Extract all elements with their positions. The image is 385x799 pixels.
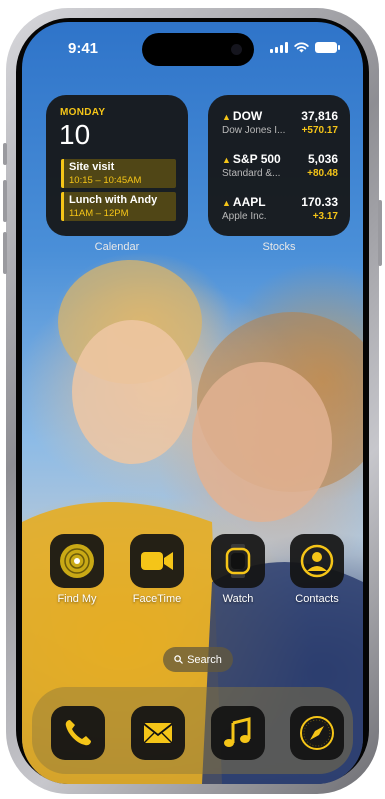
app-label: FaceTime <box>132 593 182 605</box>
stock-symbol: DOW <box>232 109 263 123</box>
stocks-widget-label: Stocks <box>262 241 296 253</box>
app-watch[interactable]: Watch <box>203 534 273 605</box>
stocks-widget[interactable]: ▲ DOW Dow Jones I... 37,816 +570.17 ▲ S&P … <box>208 95 350 236</box>
status-icons <box>270 42 340 53</box>
music-icon <box>224 717 251 747</box>
dock-app-safari[interactable] <box>290 706 344 760</box>
action-button <box>3 143 7 165</box>
up-triangle-icon: ▲ <box>222 112 231 122</box>
search-button[interactable]: Search <box>163 647 233 672</box>
volume-up-button <box>3 180 7 222</box>
stock-symbol: AAPL <box>232 195 266 209</box>
dock-app-phone[interactable] <box>51 706 105 760</box>
stock-name: Dow Jones I... <box>222 125 286 136</box>
app-label: Find My <box>57 593 97 605</box>
stock-price: 5,036 <box>307 152 338 166</box>
cellular-signal-icon <box>270 42 288 53</box>
facetime-tile[interactable] <box>130 534 184 588</box>
up-triangle-icon: ▲ <box>222 155 231 165</box>
dock-app-mail[interactable] <box>131 706 185 760</box>
facetime-icon <box>141 552 173 570</box>
front-camera <box>231 44 242 55</box>
app-label: Contacts <box>295 593 339 605</box>
contacts-tile[interactable] <box>290 534 344 588</box>
app-find-my[interactable]: Find My <box>42 534 112 605</box>
app-contacts[interactable]: Contacts <box>282 534 352 605</box>
calendar-event[interactable]: Lunch with Andy 11AM – 12PM <box>61 192 176 221</box>
stock-change: +80.48 <box>307 168 338 179</box>
event-time: 11AM – 12PM <box>69 208 129 219</box>
search-icon <box>174 655 183 664</box>
calendar-widget-label: Calendar <box>94 241 140 253</box>
watch-tile[interactable] <box>211 534 265 588</box>
find-my-icon <box>60 544 94 578</box>
stock-price: 37,816 <box>301 109 338 123</box>
phone-icon <box>65 720 91 746</box>
watch-icon <box>225 544 251 578</box>
event-time: 10:15 – 10:45AM <box>69 175 142 186</box>
wifi-icon <box>294 42 309 53</box>
stock-change: +3.17 <box>312 211 338 222</box>
calendar-day: MONDAY <box>60 107 106 118</box>
stock-name: Apple Inc. <box>222 211 267 222</box>
status-time: 9:41 <box>68 40 99 57</box>
calendar-date: 10 <box>59 119 91 150</box>
calendar-event[interactable]: Site visit 10:15 – 10:45AM <box>61 159 176 188</box>
find-my-tile[interactable] <box>50 534 104 588</box>
stock-name: Standard &... <box>222 168 281 179</box>
app-facetime[interactable]: FaceTime <box>122 534 192 605</box>
app-label: Watch <box>222 593 254 605</box>
mail-icon <box>143 723 173 744</box>
dynamic-island <box>142 33 254 66</box>
dock <box>32 687 353 774</box>
volume-down-button <box>3 232 7 274</box>
search-label: Search <box>187 653 222 666</box>
stock-symbol: S&P 500 <box>232 152 281 166</box>
power-button <box>378 200 382 266</box>
stock-price: 170.33 <box>301 195 338 209</box>
battery-icon <box>315 42 340 53</box>
safari-icon <box>300 716 334 750</box>
stock-row[interactable]: ▲ AAPL Apple Inc. 170.33 +3.17 <box>222 195 338 227</box>
up-triangle-icon: ▲ <box>222 198 231 208</box>
stock-row[interactable]: ▲ S&P 500 Standard &... 5,036 +80.48 <box>222 152 338 184</box>
stock-change: +570.17 <box>301 125 338 136</box>
event-title: Lunch with Andy <box>69 194 158 206</box>
contacts-icon <box>300 544 334 578</box>
event-title: Site visit <box>69 161 115 173</box>
stock-row[interactable]: ▲ DOW Dow Jones I... 37,816 +570.17 <box>222 109 338 141</box>
home-screen: 9:41 MONDAY 10 Site visit 10:15 – 10:45A… <box>22 22 363 784</box>
calendar-widget[interactable]: MONDAY 10 Site visit 10:15 – 10:45AM Lun… <box>46 95 188 236</box>
dock-app-music[interactable] <box>211 706 265 760</box>
